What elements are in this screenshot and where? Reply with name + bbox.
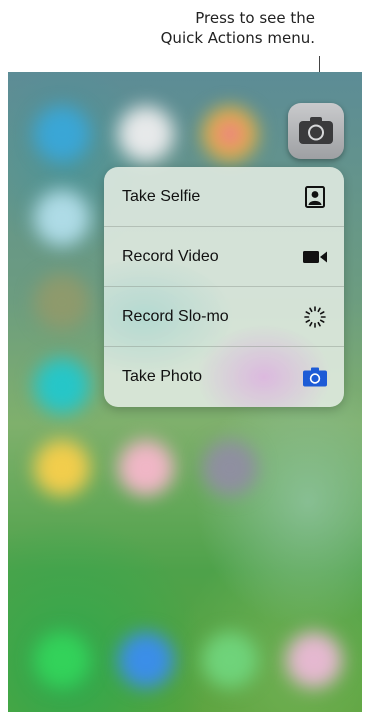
callout-caption: Press to see the Quick Actions menu.	[95, 8, 315, 48]
quick-action-label: Record Video	[122, 247, 219, 265]
blurred-dock-icon	[202, 632, 258, 688]
blurred-app-icon	[34, 358, 90, 414]
blurred-dock-icon	[34, 632, 90, 688]
blurred-app-icon	[34, 106, 90, 162]
camera-icon	[299, 117, 333, 144]
quick-action-label: Record Slo-mo	[122, 307, 229, 325]
caption-line-2: Quick Actions menu.	[160, 29, 315, 47]
selfie-portrait-icon	[302, 184, 328, 210]
slo-mo-icon	[302, 304, 328, 330]
blurred-app-icon	[202, 106, 258, 162]
video-camera-icon	[302, 244, 328, 270]
quick-action-record-slo-mo[interactable]: Record Slo-mo	[104, 287, 344, 347]
quick-action-take-selfie[interactable]: Take Selfie	[104, 167, 344, 227]
blurred-app-icon	[118, 440, 174, 496]
blurred-app-icon	[34, 190, 90, 246]
blurred-dock-icon	[118, 632, 174, 688]
camera-icon	[302, 364, 328, 390]
blurred-app-icon	[34, 440, 90, 496]
blurred-dock-icon	[286, 632, 342, 688]
quick-action-label: Take Selfie	[122, 187, 201, 205]
blurred-app-icon	[34, 274, 90, 330]
quick-actions-menu: Take Selfie Record Video Record Slo-mo T…	[104, 167, 344, 407]
quick-action-label: Take Photo	[122, 368, 203, 385]
quick-action-record-video[interactable]: Record Video	[104, 227, 344, 287]
caption-line-1: Press to see the	[195, 9, 315, 27]
quick-action-take-photo[interactable]: Take Photo	[104, 347, 344, 407]
camera-app-icon[interactable]	[288, 103, 344, 159]
blurred-app-icon	[118, 106, 174, 162]
blurred-app-icon	[202, 440, 258, 496]
